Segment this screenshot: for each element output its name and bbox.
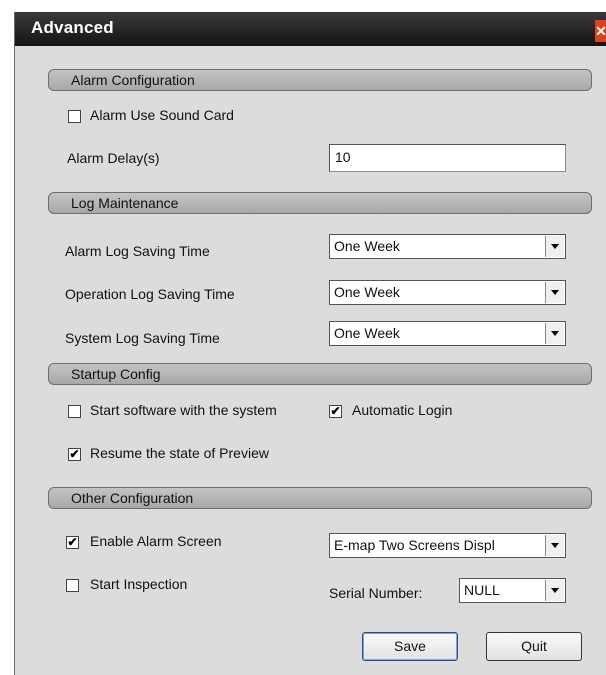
advanced-dialog: Advanced ✕ Alarm Configuration Alarm Use… [14, 12, 606, 675]
enable-alarm-screen-checkbox[interactable]: ✔ [66, 536, 79, 549]
chevron-down-icon[interactable] [545, 236, 564, 257]
chevron-down-icon[interactable] [545, 282, 564, 303]
log-maintenance-header: Log Maintenance [48, 192, 592, 214]
serial-number-label: Serial Number: [329, 585, 423, 601]
quit-button[interactable]: Quit [486, 632, 582, 661]
operation-log-saving-time-value: One Week [334, 284, 400, 300]
automatic-login-label: Automatic Login [352, 402, 453, 418]
start-with-system-checkbox[interactable] [68, 405, 81, 418]
operation-log-saving-time-select[interactable]: One Week [329, 280, 566, 305]
alarm-use-sound-card-checkbox[interactable] [68, 110, 81, 123]
dialog-title: Advanced [31, 18, 114, 37]
start-inspection-label: Start Inspection [90, 576, 188, 592]
chevron-down-icon[interactable] [545, 323, 564, 344]
alarm-use-sound-card-label: Alarm Use Sound Card [90, 107, 234, 123]
resume-preview-label: Resume the state of Preview [90, 445, 269, 461]
operation-log-saving-time-label: Operation Log Saving Time [65, 286, 235, 302]
alarm-screen-mode-select[interactable]: E-map Two Screens Displ [329, 533, 566, 558]
alarm-delay-label: Alarm Delay(s) [67, 150, 160, 166]
alarm-configuration-header: Alarm Configuration [48, 69, 592, 91]
alarm-log-saving-time-select[interactable]: One Week [329, 234, 566, 259]
chevron-down-icon[interactable] [545, 535, 564, 556]
alarm-log-saving-time-label: Alarm Log Saving Time [65, 243, 210, 259]
start-inspection-checkbox[interactable] [66, 579, 79, 592]
automatic-login-checkbox[interactable]: ✔ [329, 405, 342, 418]
save-button[interactable]: Save [362, 632, 458, 661]
title-bar[interactable]: Advanced ✕ [15, 12, 606, 46]
system-log-saving-time-label: System Log Saving Time [65, 330, 220, 346]
alarm-log-saving-time-value: One Week [334, 238, 400, 254]
alarm-delay-input[interactable]: 10 [329, 144, 566, 172]
system-log-saving-time-select[interactable]: One Week [329, 321, 566, 346]
resume-preview-checkbox[interactable]: ✔ [68, 448, 81, 461]
serial-number-value: NULL [464, 582, 500, 598]
alarm-screen-mode-value: E-map Two Screens Displ [334, 537, 495, 553]
start-with-system-label: Start software with the system [90, 402, 277, 418]
startup-config-header: Startup Config [48, 363, 592, 385]
system-log-saving-time-value: One Week [334, 325, 400, 341]
chevron-down-icon[interactable] [545, 580, 564, 601]
serial-number-select[interactable]: NULL [459, 578, 566, 603]
enable-alarm-screen-label: Enable Alarm Screen [90, 533, 222, 549]
other-configuration-header: Other Configuration [48, 487, 592, 509]
close-icon[interactable]: ✕ [595, 20, 606, 42]
